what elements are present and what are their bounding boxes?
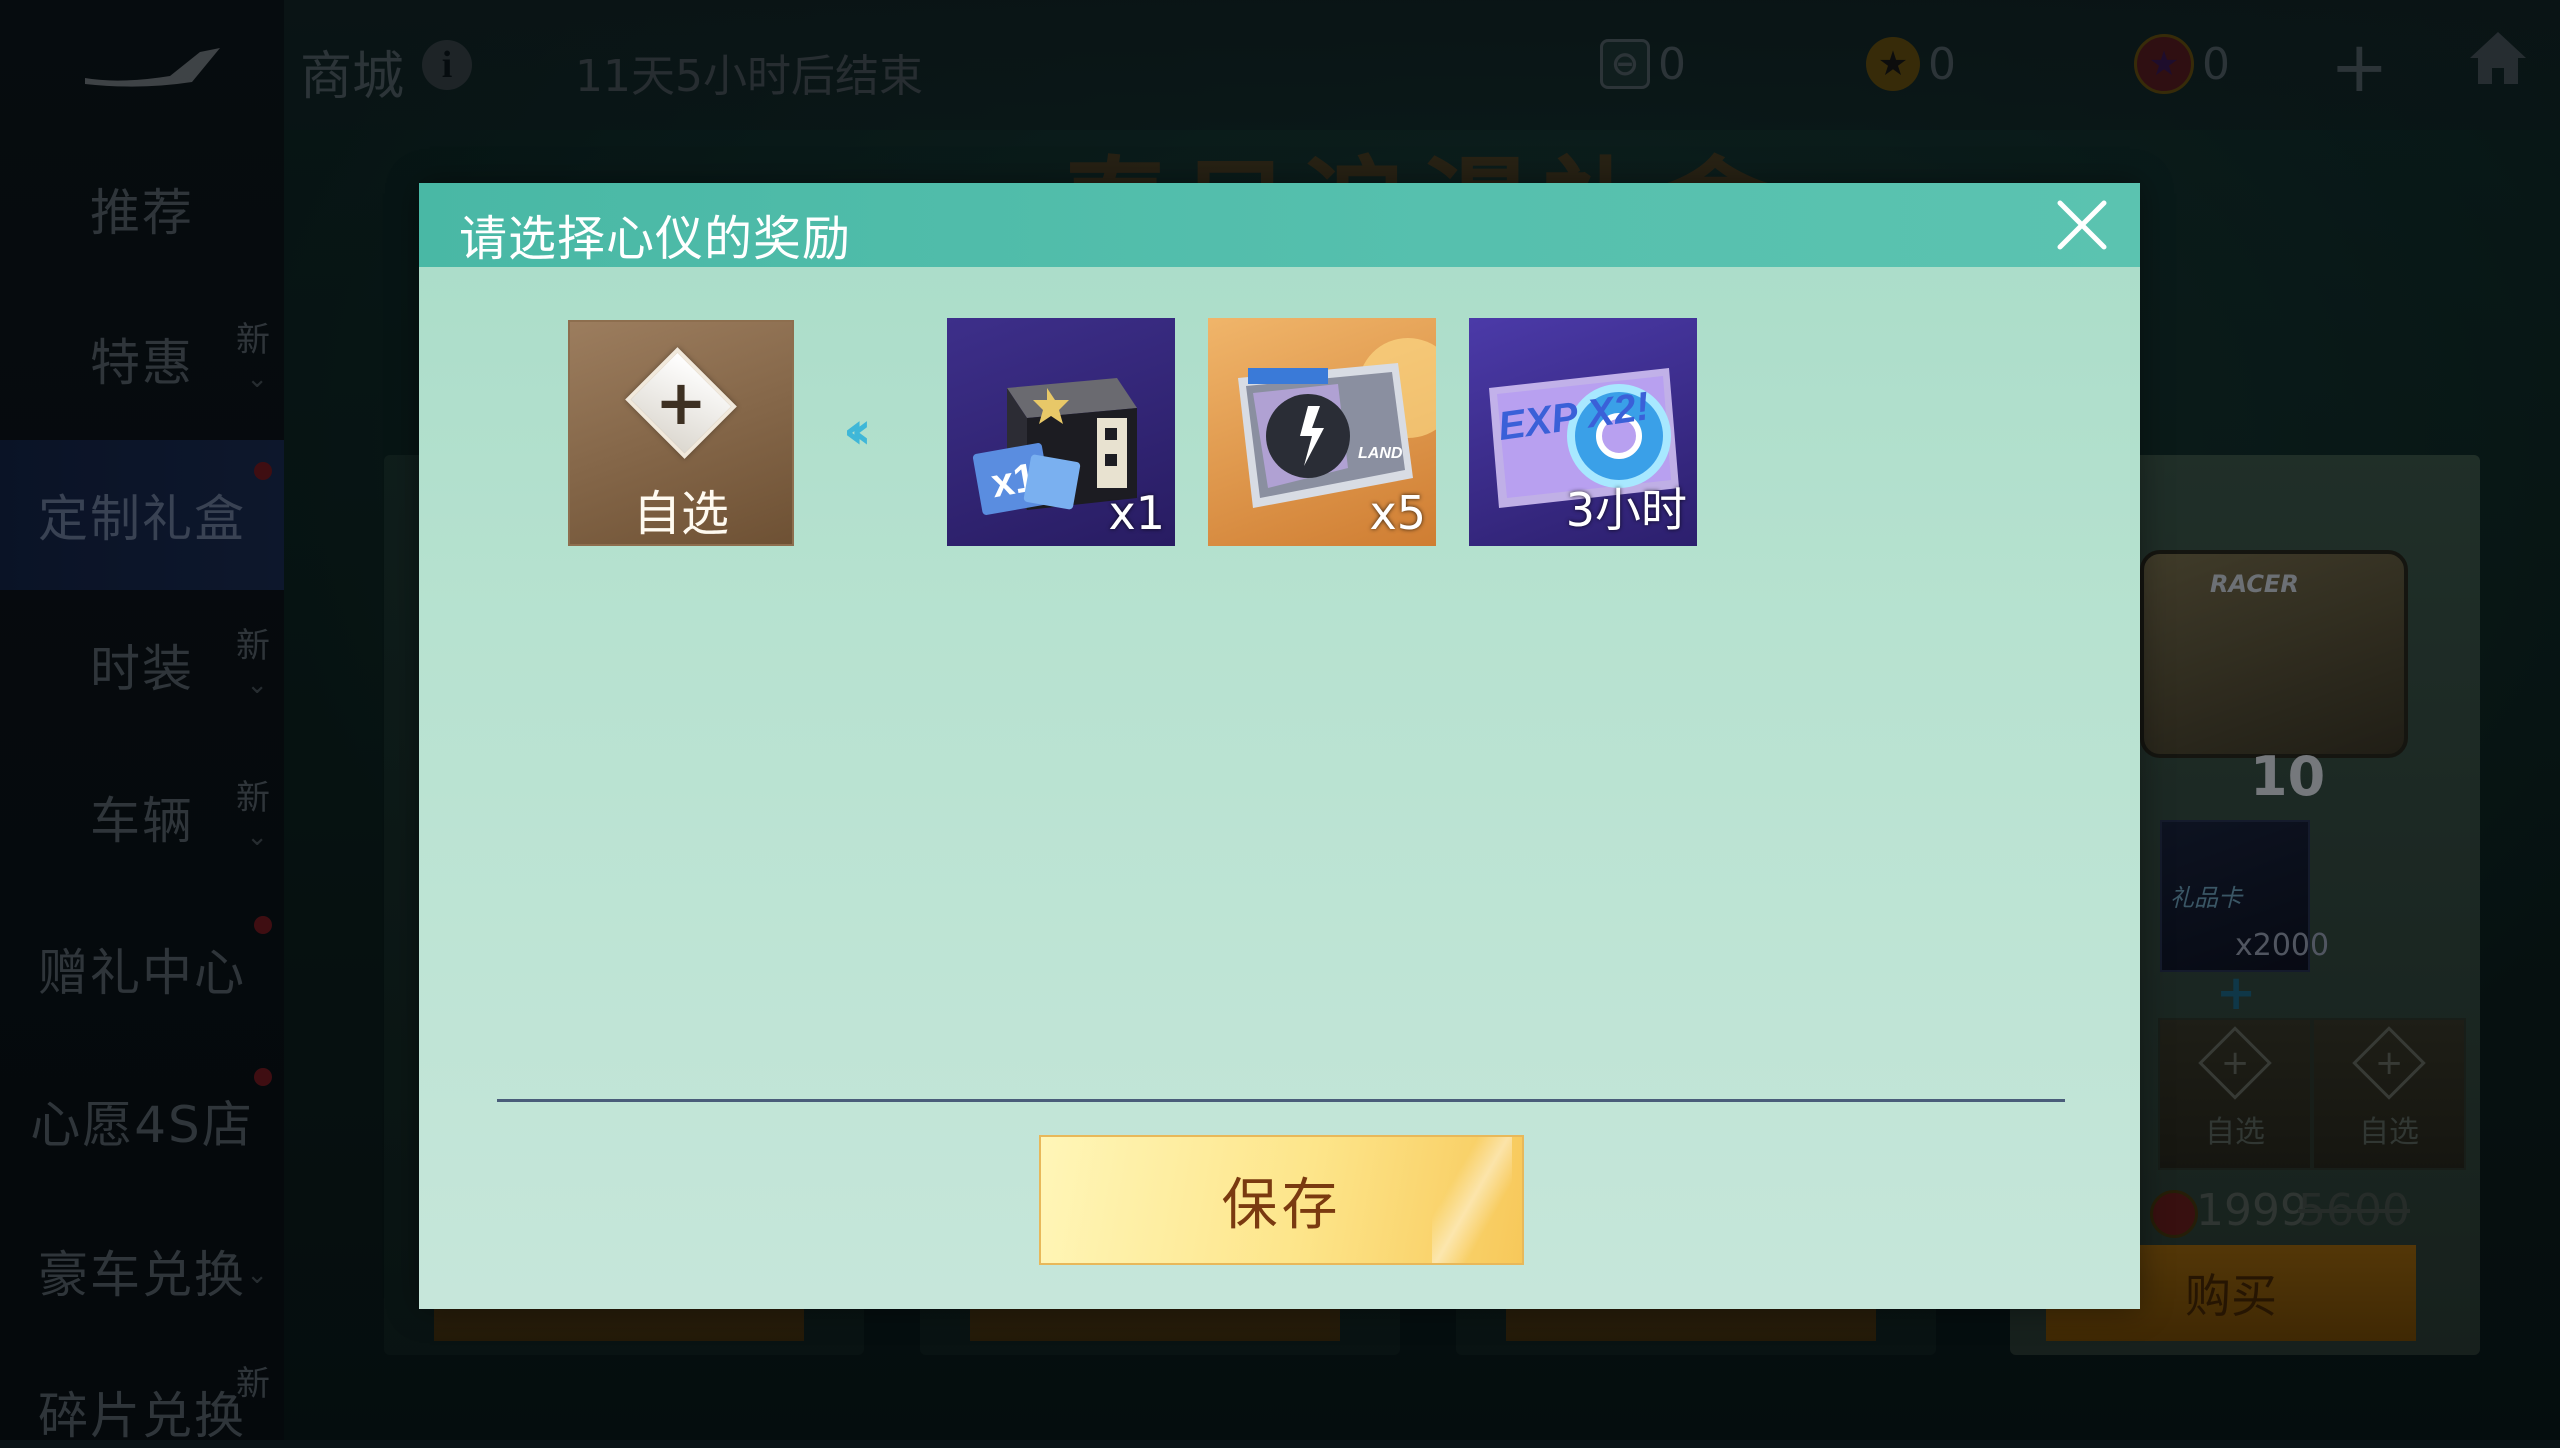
- double-chevron-left-icon: ‹‹: [843, 401, 872, 461]
- reward-qty: x5: [1369, 486, 1427, 540]
- dialog-header: 请选择心仪的奖励: [419, 183, 2140, 267]
- self-select-slot[interactable]: + 自选: [568, 320, 794, 546]
- save-button[interactable]: 保存: [1039, 1135, 1524, 1265]
- close-icon[interactable]: [2052, 195, 2112, 255]
- reward-qty: 3小时: [1565, 483, 1687, 537]
- diamond-plus-icon: +: [625, 347, 737, 459]
- svg-text:LAND: LAND: [1358, 445, 1403, 462]
- dialog-title: 请选择心仪的奖励: [459, 211, 852, 267]
- self-select-label: 自选: [632, 486, 729, 542]
- reward-select-dialog: 请选择心仪的奖励 + 自选 ‹‹ x1 x1 LAND x5 EXP X2! 3…: [419, 183, 2140, 1309]
- button-shine: [1432, 1137, 1512, 1263]
- save-button-label: 保存: [1221, 1172, 1342, 1238]
- divider: [497, 1099, 2065, 1102]
- reward-option-mystery-box[interactable]: x1 x1: [947, 318, 1175, 546]
- reward-option-exp-double-card[interactable]: EXP X2! 3小时: [1469, 318, 1697, 546]
- reward-option-land-card[interactable]: LAND x5: [1208, 318, 1436, 546]
- reward-qty: x1: [1108, 486, 1166, 540]
